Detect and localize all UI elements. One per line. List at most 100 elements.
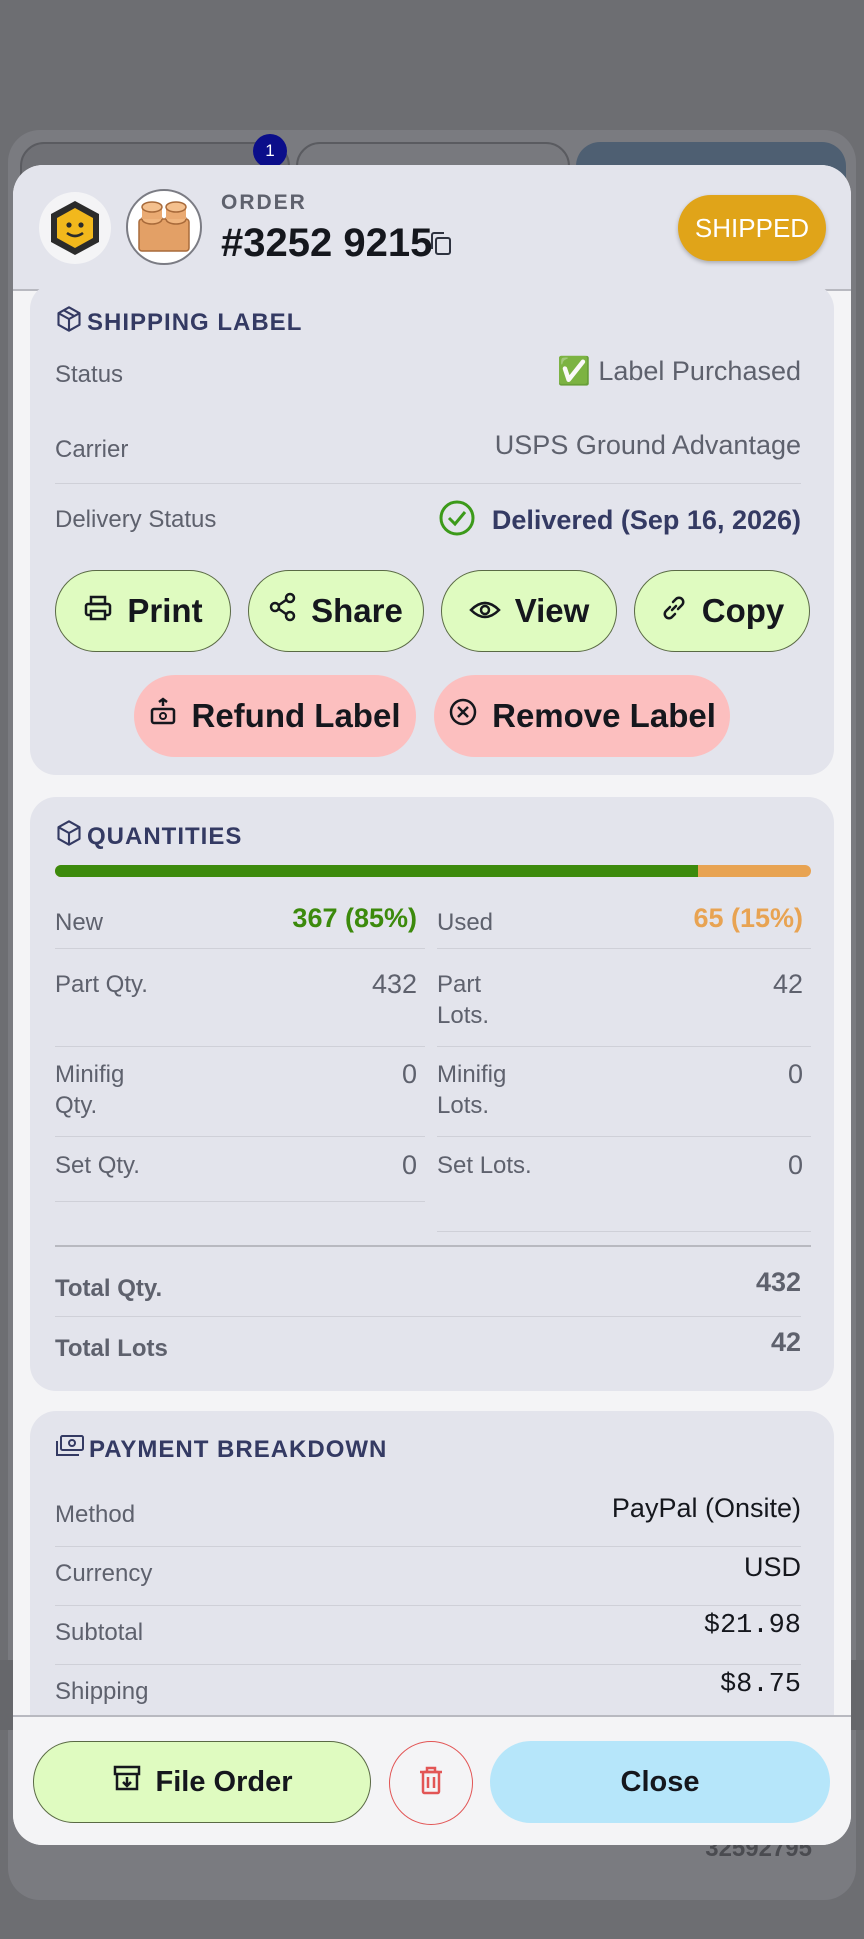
minifig-lots-value: 0 [787, 1059, 803, 1089]
status-badge: SHIPPED [678, 195, 826, 261]
total-qty-row: Total Qty. 432 [55, 1267, 801, 1317]
shipping-label-card: SHIPPING LABEL Status ✅ Label Purchased … [30, 283, 834, 775]
copy-button[interactable]: Copy [634, 570, 810, 652]
share-button[interactable]: Share [248, 570, 424, 652]
quantities-heading: QUANTITIES [55, 819, 242, 854]
part-lots-value: 42 [772, 969, 803, 999]
subtotal-label: Subtotal [55, 1619, 144, 1646]
label-status-row: Status ✅ Label Purchased [55, 355, 801, 405]
share-label: Share [311, 592, 403, 629]
part-lots-row: Part Lots. 42 [437, 969, 811, 1047]
delivery-status-value: Delivered (Sep 16, 2026) [491, 504, 801, 535]
delete-order-button[interactable] [389, 1741, 473, 1825]
minifig-qty-row: Minifig Qty. 0 [55, 1059, 425, 1137]
modal-scroll-content[interactable]: SHIPPING LABEL Status ✅ Label Purchased … [13, 283, 851, 1845]
subtotal-value: $21.98 [703, 1611, 801, 1641]
part-qty-row: Part Qty. 432 [55, 969, 425, 1047]
store-logo-icon [39, 192, 111, 264]
new-row: New 367 (85%) [55, 895, 425, 949]
file-order-button[interactable]: File Order [33, 1741, 371, 1823]
trash-icon [416, 1765, 446, 1802]
eye-icon [468, 592, 501, 630]
refund-icon [149, 697, 177, 735]
total-qty-value: 432 [755, 1267, 801, 1297]
link-icon [660, 592, 688, 630]
part-image-avatar [126, 189, 202, 265]
modal-footer: File Order Close [13, 1715, 851, 1845]
new-value: 367 (85%) [292, 903, 417, 933]
used-row: Used 65 (15%) [437, 895, 811, 949]
printer-icon [83, 592, 113, 630]
minifig-lots-row: Minifig Lots. 0 [437, 1059, 811, 1137]
total-qty-label: Total Qty. [55, 1275, 163, 1302]
delivery-status-row: Delivery Status Delivered (Sep 16, 2026) [55, 495, 801, 545]
order-detail-modal: ORDER #3252 9215 SHIPPED SHIPPING LABEL … [13, 165, 851, 1845]
carrier-row: Carrier USPS Ground Advantage [55, 430, 801, 484]
order-number: #3252 9215 [221, 221, 433, 265]
subtotal-row: Subtotal $21.98 [55, 1611, 801, 1665]
package-icon [55, 305, 83, 340]
refund-label-button[interactable]: Refund Label [134, 675, 416, 757]
method-row: Method PayPal (Onsite) [55, 1493, 801, 1547]
method-label: Method [55, 1501, 136, 1528]
totals-divider [55, 1245, 811, 1247]
delivery-status-label: Delivery Status [55, 506, 217, 533]
share-icon [269, 592, 297, 630]
used-label: Used [437, 909, 494, 936]
total-lots-row: Total Lots 42 [55, 1327, 801, 1377]
copy-label: Copy [701, 592, 785, 629]
carrier-value: USPS Ground Advantage [494, 430, 801, 460]
copy-order-number-icon[interactable] [429, 231, 453, 262]
label-status-value: ✅ Label Purchased [557, 356, 801, 386]
part-qty-value: 432 [371, 969, 417, 999]
remove-label-button[interactable]: Remove Label [434, 675, 730, 757]
currency-row: Currency USD [55, 1552, 801, 1606]
set-qty-row: Set Qty. 0 [55, 1150, 425, 1202]
shipping-value: $8.75 [719, 1670, 801, 1700]
method-value: PayPal (Onsite) [611, 1493, 801, 1523]
view-button[interactable]: View [441, 570, 617, 652]
used-value: 65 (15%) [693, 903, 803, 933]
currency-label: Currency [55, 1560, 153, 1587]
carrier-label: Carrier [55, 436, 129, 463]
shipping-label-title: SHIPPING LABEL [87, 308, 303, 336]
part-qty-label: Part Qty. [55, 971, 148, 998]
total-lots-label: Total Lots [55, 1335, 168, 1362]
order-kicker: ORDER [221, 191, 307, 214]
set-qty-value: 0 [401, 1150, 417, 1180]
modal-header: ORDER #3252 9215 SHIPPED [13, 165, 851, 291]
payment-heading: PAYMENT BREAKDOWN [55, 1433, 387, 1466]
new-label: New [55, 909, 104, 936]
cash-icon [55, 1433, 85, 1466]
set-lots-label: Set Lots. [437, 1152, 532, 1179]
total-lots-value: 42 [770, 1327, 801, 1357]
print-button[interactable]: Print [55, 570, 231, 652]
set-qty-label: Set Qty. [55, 1152, 140, 1179]
quantities-title: QUANTITIES [87, 822, 243, 850]
file-order-label: File Order [155, 1765, 293, 1798]
close-circle-icon [448, 697, 478, 735]
refund-label: Refund Label [191, 697, 401, 734]
print-label: Print [127, 592, 203, 629]
minifig-qty-label: Minifig Qty. [55, 1061, 125, 1119]
minifig-lots-label: Minifig Lots. [437, 1061, 507, 1119]
check-circle-icon [438, 499, 476, 542]
payment-title: PAYMENT BREAKDOWN [89, 1435, 388, 1463]
background-tab-badge: 1 [253, 134, 287, 168]
close-button[interactable]: Close [490, 1741, 830, 1823]
minifig-qty-value: 0 [401, 1059, 417, 1089]
set-lots-value: 0 [787, 1150, 803, 1180]
archive-icon [112, 1763, 142, 1801]
currency-value: USD [743, 1552, 801, 1582]
shipping-label: Shipping [55, 1678, 149, 1705]
new-ratio-fill [55, 865, 698, 877]
part-lots-label: Part Lots. [437, 971, 490, 1029]
label-status-label: Status [55, 361, 124, 388]
box-icon [55, 819, 83, 854]
remove-label: Remove Label [492, 697, 716, 734]
set-lots-row: Set Lots. 0 [437, 1150, 811, 1232]
shipping-label-heading: SHIPPING LABEL [55, 305, 302, 340]
view-label: View [514, 592, 590, 629]
quantities-card: QUANTITIES New 367 (85%) Part Qty. 432 M… [30, 797, 834, 1391]
new-used-ratio-bar [55, 865, 811, 877]
